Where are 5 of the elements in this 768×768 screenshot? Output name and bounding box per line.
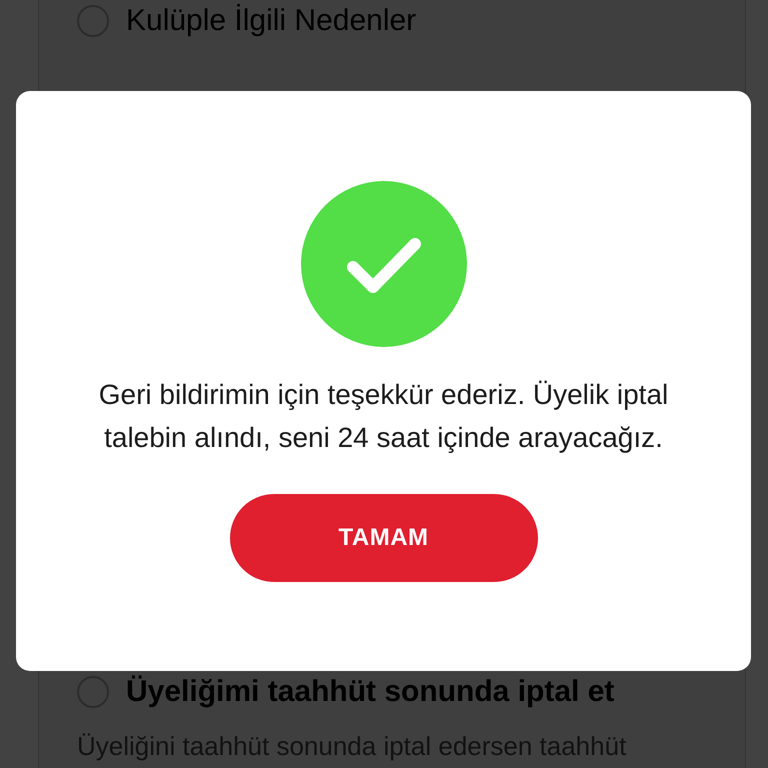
option-label: Kulüple İlgili Nedenler (126, 3, 416, 39)
ok-button[interactable]: TAMAM (230, 494, 538, 582)
option-label: Üyeliğimi taahhüt sonunda iptal et (126, 674, 614, 710)
success-check-icon (300, 181, 466, 347)
confirmation-message: Geri bildirimin için teşekkür ederiz. Üyelik iptal talebin alındı, seni 24 saat içinde arayacağız. (98, 378, 670, 455)
